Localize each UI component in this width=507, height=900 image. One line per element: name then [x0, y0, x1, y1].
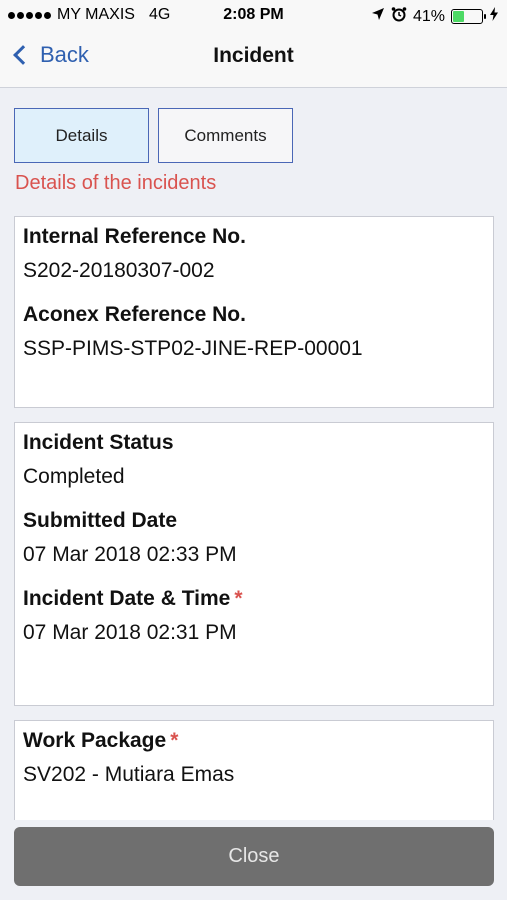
- submitted-date-label: Submitted Date: [23, 509, 178, 532]
- aconex-reference-field: Aconex Reference No. SSP-PIMS-STP02-JINE…: [23, 303, 493, 361]
- charging-bolt-icon: [489, 7, 499, 26]
- work-package-label-text: Work Package: [23, 729, 167, 752]
- aconex-reference-label: Aconex Reference No.: [23, 303, 246, 326]
- status-bar: MY MAXIS 4G 2:08 PM 41%: [0, 0, 507, 30]
- internal-reference-field: Internal Reference No. S202-20180307-002: [23, 225, 493, 283]
- internal-reference-label: Internal Reference No.: [23, 225, 246, 248]
- work-package-field: Work Package * SV202 - Mutiara Emas: [23, 729, 493, 787]
- incident-datetime-field: Incident Date & Time * 07 Mar 2018 02:31 …: [23, 587, 493, 645]
- incident-status-field: Incident Status Completed: [23, 431, 493, 489]
- incident-datetime-value: 07 Mar 2018 02:31 PM: [23, 621, 237, 644]
- tab-bar: Details Comments: [14, 108, 293, 163]
- close-button[interactable]: Close: [14, 827, 494, 886]
- submitted-date-field: Submitted Date 07 Mar 2018 02:33 PM: [23, 509, 493, 567]
- reference-card: Internal Reference No. S202-20180307-002…: [14, 216, 494, 408]
- work-package-value: SV202 - Mutiara Emas: [23, 763, 235, 786]
- work-package-label: Work Package *: [23, 729, 493, 757]
- location-arrow-icon: [371, 7, 385, 26]
- internal-reference-value: S202-20180307-002: [23, 259, 215, 282]
- page-title: Incident: [213, 44, 294, 67]
- section-heading: Details of the incidents: [15, 172, 217, 194]
- incident-status-label: Incident Status: [23, 431, 174, 454]
- aconex-reference-value: SSP-PIMS-STP02-JINE-REP-00001: [23, 337, 363, 360]
- incident-datetime-label: Incident Date & Time *: [23, 587, 493, 615]
- required-marker: *: [234, 587, 243, 610]
- tab-comments[interactable]: Comments: [158, 108, 293, 163]
- battery-icon: [451, 9, 486, 24]
- incident-datetime-label-text: Incident Date & Time: [23, 587, 231, 610]
- battery-fill: [453, 11, 465, 22]
- navigation-bar: Back Incident: [0, 30, 507, 88]
- battery-percentage: 41%: [412, 7, 445, 25]
- status-card: Incident Status Completed Submitted Date…: [14, 422, 494, 706]
- required-marker: *: [170, 729, 179, 752]
- submitted-date-value: 07 Mar 2018 02:33 PM: [23, 543, 237, 566]
- status-right: 41%: [371, 6, 499, 27]
- tab-details[interactable]: Details: [14, 108, 149, 163]
- incident-status-value: Completed: [23, 465, 125, 488]
- alarm-clock-icon: [391, 6, 407, 27]
